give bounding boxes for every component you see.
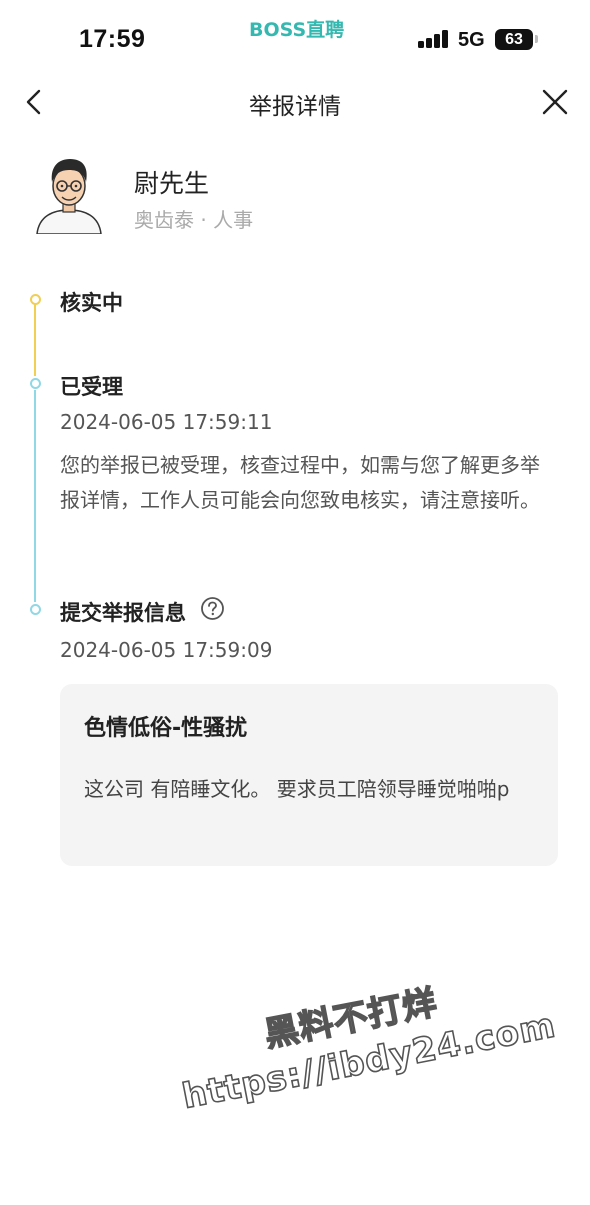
battery-cap xyxy=(535,35,538,43)
profile-company-role: 奥齿泰 · 人事 xyxy=(134,208,254,232)
page-title: 举报详情 xyxy=(249,94,341,120)
avatar[interactable] xyxy=(33,156,105,235)
signal-icon xyxy=(418,30,450,48)
app-badge: BOSS直聘 xyxy=(249,19,345,41)
step-submitted-time: 2024-06-05 17:59:09 xyxy=(60,638,273,662)
nav-bar: 举报详情 xyxy=(0,75,590,130)
report-content: 这公司 有陪睡文化。 要求员工陪领导睡觉啪啪p xyxy=(84,777,510,801)
step-accepted-title: 已受理 xyxy=(60,375,123,399)
status-time: 17:59 xyxy=(79,25,146,53)
timeline-line-current xyxy=(34,304,36,376)
status-bar: 17:59 BOSS直聘 5G 63 xyxy=(0,0,590,70)
battery-icon: 63 xyxy=(495,29,533,50)
timeline-line-past xyxy=(34,390,36,602)
step-submitted-title: 提交举报信息 xyxy=(60,601,186,625)
step-verifying-title: 核实中 xyxy=(60,291,123,315)
profile-name: 尉先生 xyxy=(134,169,210,198)
report-card: 色情低俗-性骚扰 这公司 有陪睡文化。 要求员工陪领导睡觉啪啪p xyxy=(60,684,558,866)
timeline-dot-current xyxy=(30,294,41,305)
network-type: 5G xyxy=(458,29,485,51)
timeline-dot-submitted xyxy=(30,604,41,615)
timeline-dot-accepted xyxy=(30,378,41,389)
close-icon[interactable] xyxy=(540,87,570,117)
watermark: 黑料不打烊 https://ibdy24.com xyxy=(169,957,560,1173)
step-accepted-description: 您的举报已被受理，核查过程中，如需与您了解更多举报详情，工作人员可能会向您致电核… xyxy=(60,453,540,512)
report-category: 色情低俗-性骚扰 xyxy=(84,716,248,741)
step-accepted-time: 2024-06-05 17:59:11 xyxy=(60,410,273,434)
question-circle-icon[interactable] xyxy=(200,596,225,621)
